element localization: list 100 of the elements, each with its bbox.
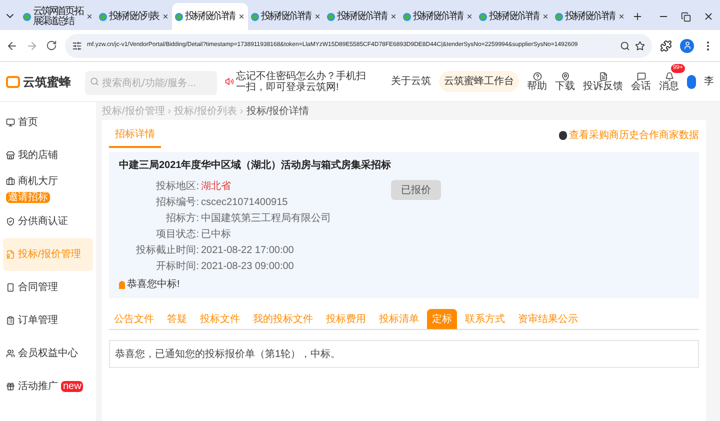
extensions-icon[interactable]: [660, 40, 672, 52]
close-icon[interactable]: [238, 13, 245, 20]
tab-title: 投标/报价详情: [489, 12, 540, 22]
browser-tab[interactable]: 云筑网首页-拓展渠道总结: [20, 3, 96, 30]
search-icon: [90, 76, 99, 86]
field-value: 中国建筑第三工程局有限公司: [201, 212, 331, 226]
sidebar-item[interactable]: 合同管理: [3, 271, 93, 304]
restore-icon[interactable]: [681, 12, 691, 22]
breadcrumb-separator: ›: [240, 104, 244, 118]
sidebar-item[interactable]: 会员权益中心: [3, 337, 93, 370]
close-icon[interactable]: [390, 13, 397, 20]
menu-badge: 邀请招标: [6, 192, 50, 203]
users-icon: [6, 349, 15, 358]
close-icon[interactable]: [162, 13, 169, 20]
browser-tab[interactable]: 投标/报价详情: [400, 3, 476, 30]
pin-icon: [560, 72, 570, 80]
field-value: 2021-08-22 17:00:00: [201, 244, 294, 258]
profile-icon[interactable]: [680, 38, 694, 52]
header-tool-button[interactable]: 下载: [555, 72, 575, 92]
tab-title: 投标/报价详情: [413, 12, 464, 22]
close-icon[interactable]: [314, 13, 321, 20]
document-icon: [6, 250, 15, 259]
site-settings-icon[interactable]: [72, 40, 82, 50]
browser-tab[interactable]: 投标/报价列表: [96, 3, 172, 30]
back-icon[interactable]: [6, 40, 18, 52]
header-tool-button[interactable]: 投诉反馈: [583, 72, 623, 92]
help-icon: [532, 72, 542, 80]
document-icon: [598, 72, 608, 80]
tab-title: 投标/报价列表: [109, 12, 160, 22]
field-value: cscec21071400915: [201, 196, 288, 210]
close-icon[interactable]: [618, 13, 625, 20]
monitor-icon: [6, 118, 15, 127]
user-name[interactable]: 李: [704, 74, 714, 89]
workbench-button[interactable]: 云筑蜜蜂工作台: [439, 71, 519, 92]
speaker-icon: [225, 77, 234, 86]
browser-tab[interactable]: 投标/报价详情: [248, 3, 324, 30]
reload-icon[interactable]: [46, 40, 57, 51]
new-tab-icon[interactable]: [632, 11, 643, 22]
field-label: 招标编号:: [155, 196, 199, 210]
shield-icon: [6, 217, 15, 226]
result-text: 恭喜您，已通知您的投标报价单（第1轮），中标。: [115, 348, 341, 362]
field-value: 湖北省: [201, 180, 231, 194]
site-favicon-icon: [23, 12, 31, 20]
close-icon[interactable]: [542, 13, 549, 20]
site-favicon-icon: [251, 12, 259, 20]
header-tool-button[interactable]: 帮助: [527, 72, 547, 92]
tab-title: 投标/报价详情: [337, 12, 388, 22]
sidebar-item[interactable]: 首页: [3, 106, 93, 139]
sidebar-item[interactable]: 商机大厅 邀请招标: [3, 172, 93, 205]
site-favicon-icon: [479, 12, 487, 20]
field-value: 已中标: [201, 228, 231, 242]
field-label: 投标截止时间:: [135, 244, 199, 258]
menu-badge: new: [61, 381, 84, 392]
header-tool-button[interactable]: 消息: [659, 72, 679, 92]
about-link[interactable]: 关于云筑: [391, 74, 431, 89]
logo-icon: [6, 76, 20, 88]
close-icon[interactable]: [466, 13, 473, 20]
tab-title: 云筑网首页-拓展渠道总结: [33, 6, 84, 26]
store-icon: [6, 151, 15, 160]
field-value: 2021-08-23 09:00:00: [201, 260, 294, 274]
site-favicon-icon: [175, 12, 183, 20]
tender-title: 中建三局2021年度华中区域（湖北）活动房与箱式房集采招标: [119, 158, 392, 173]
notice-text: 忘记不住密码怎么办？手机扫一扫，即可登录云筑网!: [236, 70, 367, 92]
close-icon[interactable]: [86, 13, 93, 20]
tab-title: 投标/报价详情: [261, 12, 312, 22]
site-favicon-icon: [555, 12, 563, 20]
bell-icon: [664, 72, 674, 80]
logo-text: 云筑蜜蜂: [23, 74, 71, 90]
search-field[interactable]: 搜索商机/功能/服务...: [85, 71, 217, 95]
breadcrumb-item: 投标/报价详情: [246, 104, 310, 118]
sidebar-item[interactable]: 订单管理: [3, 304, 93, 337]
site-favicon-icon: [99, 12, 107, 20]
tab-title: 投标/报价详情: [565, 12, 616, 22]
field-label: 招标方:: [165, 212, 199, 226]
site-favicon-icon: [327, 12, 335, 20]
close-icon[interactable]: [703, 11, 714, 22]
browser-tab[interactable]: 投标/报价详情: [324, 3, 400, 30]
star-icon[interactable]: [635, 40, 645, 50]
field-label: 项目状态:: [155, 228, 199, 242]
browser-tab[interactable]: 投标/报价详情: [172, 3, 248, 30]
briefcase-icon: [6, 177, 15, 186]
sidebar-item[interactable]: 我的店铺: [3, 139, 93, 172]
field-label: 投标地区:: [155, 180, 199, 194]
sidebar-item[interactable]: 活动推广 new: [3, 370, 93, 403]
sidebar-item[interactable]: 分供商认证: [3, 205, 93, 238]
gift-icon: [6, 382, 15, 391]
field-label: 开标时间:: [155, 260, 199, 274]
win-notice: 恭喜您中标!: [127, 278, 180, 292]
tab-title: 投标/报价详情: [185, 12, 236, 22]
status-button[interactable]: 已报价: [391, 180, 441, 200]
phone-icon: [6, 283, 15, 292]
site-favicon-icon: [403, 12, 411, 20]
clipboard-icon: [6, 316, 15, 325]
breadcrumb-separator: ›: [168, 104, 172, 118]
chat-icon: [636, 72, 646, 80]
search-icon[interactable]: [620, 40, 630, 50]
avatar-icon[interactable]: [687, 74, 696, 88]
browser-tab[interactable]: 投标/报价详情: [552, 3, 628, 30]
header-tool-button[interactable]: 会话: [631, 72, 651, 92]
browser-tab[interactable]: 投标/报价详情: [476, 3, 552, 30]
